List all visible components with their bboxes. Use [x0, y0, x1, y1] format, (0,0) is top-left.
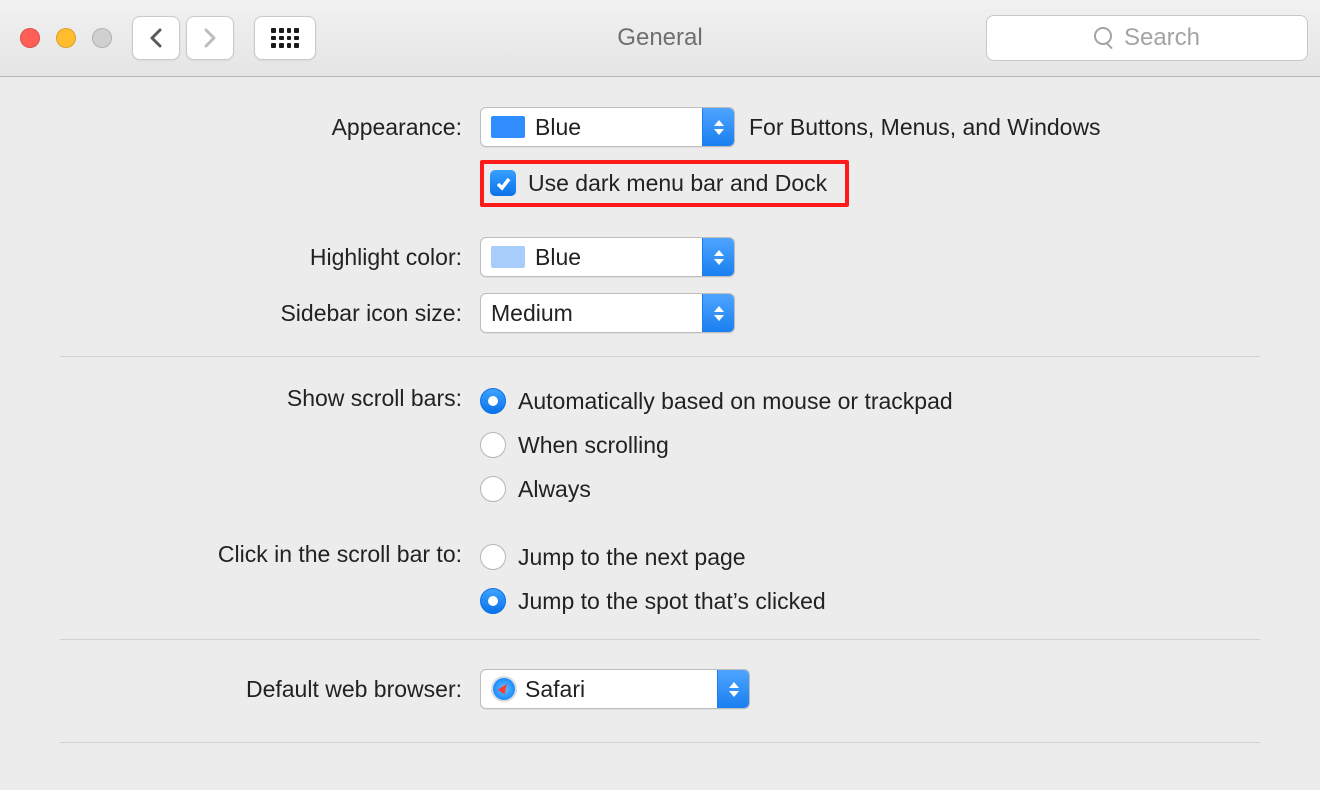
nav-buttons [132, 16, 316, 60]
sidebar-icon-row: Sidebar icon size: Medium [60, 288, 1260, 338]
click-scroll-option-next: Jump to the next page [518, 544, 746, 571]
appearance-row: Appearance: Blue For Buttons, Menus, and… [60, 102, 1260, 152]
check-icon [495, 175, 511, 191]
scrollbars-radio-group: Automatically based on mouse or trackpad… [480, 381, 953, 509]
close-window-button[interactable] [20, 28, 40, 48]
scrollbars-row: Show scroll bars: Automatically based on… [60, 381, 1260, 509]
separator [60, 639, 1260, 640]
highlight-popup[interactable]: Blue [480, 237, 735, 277]
zoom-window-button [92, 28, 112, 48]
scrollbars-option-auto: Automatically based on mouse or trackpad [518, 388, 953, 415]
highlight-value: Blue [535, 244, 581, 271]
scrollbars-label: Show scroll bars: [60, 381, 480, 412]
appearance-swatch [491, 116, 525, 138]
popup-arrows-icon [717, 670, 749, 708]
default-browser-popup[interactable]: Safari [480, 669, 750, 709]
default-browser-row: Default web browser: Safari [60, 664, 1260, 714]
window-title: General [617, 24, 702, 52]
dark-mode-highlight: Use dark menu bar and Dock [480, 160, 849, 207]
click-scroll-radio-next[interactable] [480, 544, 506, 570]
click-scroll-row: Click in the scroll bar to: Jump to the … [60, 537, 1260, 621]
show-all-button[interactable] [254, 16, 316, 60]
sidebar-icon-popup[interactable]: Medium [480, 293, 735, 333]
highlight-swatch [491, 246, 525, 268]
scrollbars-option-always: Always [518, 476, 591, 503]
popup-arrows-icon [702, 238, 734, 276]
search-placeholder: Search [1124, 24, 1200, 52]
popup-arrows-icon [702, 294, 734, 332]
window-controls [20, 28, 112, 48]
highlight-row: Highlight color: Blue [60, 232, 1260, 282]
sidebar-icon-value: Medium [491, 300, 573, 327]
back-button[interactable] [132, 16, 180, 60]
default-browser-label: Default web browser: [60, 676, 480, 703]
forward-button[interactable] [186, 16, 234, 60]
click-scroll-radio-group: Jump to the next page Jump to the spot t… [480, 537, 826, 621]
appearance-hint: For Buttons, Menus, and Windows [749, 114, 1101, 141]
grid-icon [271, 28, 299, 48]
dark-mode-label: Use dark menu bar and Dock [528, 170, 827, 197]
click-scroll-label: Click in the scroll bar to: [60, 537, 480, 568]
scrollbars-radio-auto[interactable] [480, 388, 506, 414]
click-scroll-option-spot: Jump to the spot that’s clicked [518, 588, 826, 615]
scrollbars-radio-scrolling[interactable] [480, 432, 506, 458]
safari-icon [491, 676, 517, 702]
appearance-value: Blue [535, 114, 581, 141]
search-field[interactable]: Search [986, 15, 1308, 61]
appearance-label: Appearance: [60, 114, 480, 141]
click-scroll-radio-spot[interactable] [480, 588, 506, 614]
popup-arrows-icon [702, 108, 734, 146]
default-browser-value: Safari [525, 676, 585, 703]
dark-mode-row: Use dark menu bar and Dock [60, 158, 1260, 208]
scrollbars-option-scrolling: When scrolling [518, 432, 669, 459]
titlebar: General Search [0, 0, 1320, 77]
minimize-window-button[interactable] [56, 28, 76, 48]
dark-mode-checkbox[interactable] [490, 170, 516, 196]
scrollbars-radio-always[interactable] [480, 476, 506, 502]
highlight-label: Highlight color: [60, 244, 480, 271]
separator [60, 742, 1260, 743]
search-icon [1094, 27, 1116, 49]
chevron-left-icon [149, 28, 163, 48]
appearance-popup[interactable]: Blue [480, 107, 735, 147]
preferences-content: Appearance: Blue For Buttons, Menus, and… [0, 77, 1320, 743]
chevron-right-icon [203, 28, 217, 48]
separator [60, 356, 1260, 357]
sidebar-icon-label: Sidebar icon size: [60, 300, 480, 327]
